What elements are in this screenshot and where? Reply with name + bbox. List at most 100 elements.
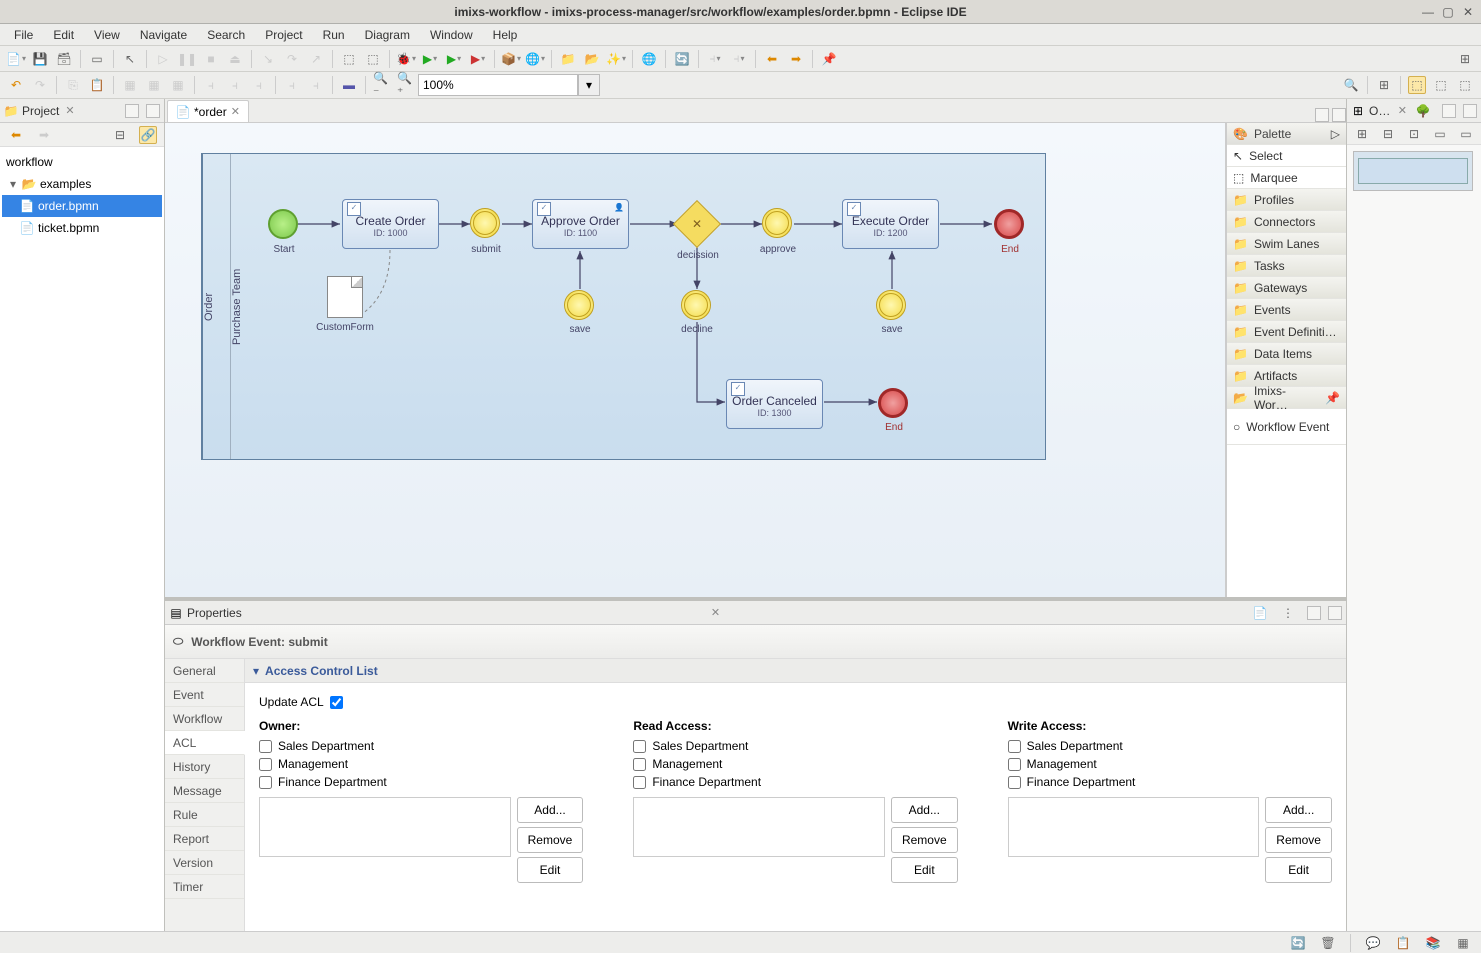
paste-icon[interactable]: 📋 [88, 76, 106, 94]
proptab-history[interactable]: History [165, 755, 244, 779]
folder-icon[interactable]: 📂 [583, 50, 601, 68]
run-icon[interactable]: ▶ [421, 50, 439, 68]
data-customform[interactable] [327, 276, 363, 318]
palette-tasks[interactable]: 📁Tasks [1227, 255, 1346, 277]
cursor-icon[interactable]: ↖ [121, 50, 139, 68]
props-new-icon[interactable]: 📄 [1251, 604, 1269, 622]
frame-icon[interactable]: ⬚ [364, 50, 382, 68]
build-icon[interactable]: 📦 [502, 50, 520, 68]
group-icon[interactable]: ▦ [121, 76, 139, 94]
persp-open-icon[interactable]: ⊞ [1375, 76, 1393, 94]
zoom-dropdown[interactable]: ▾ [578, 74, 600, 96]
proptab-acl[interactable]: ACL [165, 731, 245, 755]
collapse-icon[interactable]: ⊟ [111, 126, 129, 144]
proptab-timer[interactable]: Timer [165, 875, 244, 899]
properties-close-icon[interactable]: ✕ [711, 606, 720, 619]
web-icon[interactable]: 🌐 [640, 50, 658, 68]
editor-max-icon[interactable] [1332, 108, 1346, 122]
outline-mode5-icon[interactable]: ▭ [1458, 125, 1474, 143]
proptab-general[interactable]: General [165, 659, 244, 683]
write-opt-sales[interactable] [1008, 740, 1021, 753]
event-approve[interactable] [762, 208, 792, 238]
menu-file[interactable]: File [4, 26, 43, 44]
pin-icon[interactable]: 📌 [1325, 391, 1340, 405]
status-tip-icon[interactable]: 💬 [1364, 934, 1382, 952]
owner-remove-button[interactable]: Remove [517, 827, 584, 853]
dist-icon[interactable]: ⫞ [730, 50, 748, 68]
tree-file-ticket[interactable]: 📄 ticket.bpmn [2, 217, 162, 239]
step-into-icon[interactable]: ↘ [259, 50, 277, 68]
write-opt-finance[interactable] [1008, 776, 1021, 789]
menu-search[interactable]: Search [197, 26, 255, 44]
chevron-right-icon[interactable]: ▷ [1331, 127, 1340, 141]
disconnect-icon[interactable]: ⏏ [226, 50, 244, 68]
write-remove-button[interactable]: Remove [1265, 827, 1332, 853]
start-event[interactable] [268, 209, 298, 239]
acl-section-header[interactable]: ▾ Access Control List [245, 659, 1346, 683]
back-icon[interactable]: ⬅ [763, 50, 781, 68]
palette-connectors[interactable]: 📁Connectors [1227, 211, 1346, 233]
folder-new-icon[interactable]: 📁 [559, 50, 577, 68]
align-icon[interactable]: ⫞ [706, 50, 724, 68]
resume-icon[interactable]: ▷ [154, 50, 172, 68]
menu-navigate[interactable]: Navigate [130, 26, 197, 44]
outline-mode3-icon[interactable]: ⊡ [1406, 125, 1422, 143]
status-trash-icon[interactable]: 🗑 [1319, 934, 1337, 952]
menu-help[interactable]: Help [483, 26, 528, 44]
globe-icon[interactable]: 🌐 [526, 50, 544, 68]
gateway-decision[interactable]: ✕ [680, 207, 714, 241]
project-tree[interactable]: workflow ▾ 📂 examples 📄 order.bpmn 📄 tic… [0, 147, 164, 931]
owner-opt-finance[interactable] [259, 776, 272, 789]
status-layers-icon[interactable]: 📚 [1424, 934, 1442, 952]
menu-diagram[interactable]: Diagram [355, 26, 420, 44]
proptab-rule[interactable]: Rule [165, 803, 244, 827]
task-execute-order[interactable]: Execute Order ID: 1200 [842, 199, 939, 249]
align2-icon[interactable]: ⫞ [202, 76, 220, 94]
palette-dataitems[interactable]: 📁Data Items [1227, 343, 1346, 365]
proptab-version[interactable]: Version [165, 851, 244, 875]
persp-java-icon[interactable]: ⬚ [1456, 76, 1474, 94]
read-add-button[interactable]: Add... [891, 797, 958, 823]
task-order-canceled[interactable]: Order Canceled ID: 1300 [726, 379, 823, 429]
read-listbox[interactable] [633, 797, 885, 857]
props-menu-icon[interactable]: ⋮ [1279, 604, 1297, 622]
dist2-icon[interactable]: ⫞ [226, 76, 244, 94]
palette-swimlanes[interactable]: 📁Swim Lanes [1227, 233, 1346, 255]
proptab-report[interactable]: Report [165, 827, 244, 851]
event-save-3[interactable] [876, 290, 906, 320]
status-grid-icon[interactable]: ▦ [1454, 934, 1472, 952]
editor-min-icon[interactable] [1315, 108, 1329, 122]
outline-min-icon[interactable] [1442, 104, 1456, 118]
proptab-event[interactable]: Event [165, 683, 244, 707]
new-icon[interactable]: 📄 [7, 50, 25, 68]
outline-tree-icon[interactable]: 🌳 [1414, 102, 1432, 120]
palette-workflow-event[interactable]: ○Workflow Event [1227, 409, 1346, 445]
menu-edit[interactable]: Edit [43, 26, 84, 44]
redo-icon[interactable]: ↷ [31, 76, 49, 94]
bpmn-canvas[interactable]: Order Purchase Team [165, 123, 1226, 597]
palette-eventdefs[interactable]: 📁Event Definiti… [1227, 321, 1346, 343]
hsep-icon[interactable]: ⫞ [283, 76, 301, 94]
project-min-icon[interactable] [125, 104, 139, 118]
terminal-icon[interactable]: ▭ [88, 50, 106, 68]
write-edit-button[interactable]: Edit [1265, 857, 1332, 883]
debug-icon[interactable]: 🐞 [397, 50, 415, 68]
tree-root[interactable]: workflow [2, 151, 162, 173]
end-event-1[interactable] [994, 209, 1024, 239]
project-max-icon[interactable] [146, 104, 160, 118]
owner-edit-button[interactable]: Edit [517, 857, 584, 883]
outline-mode1-icon[interactable]: ⊞ [1354, 125, 1370, 143]
props-max-icon[interactable] [1328, 606, 1342, 620]
external-icon[interactable]: ▶ [469, 50, 487, 68]
bpmn-pool[interactable]: Order Purchase Team [201, 153, 1046, 460]
pin-icon[interactable]: 📌 [820, 50, 838, 68]
outline-close-icon[interactable]: ✕ [1398, 104, 1407, 117]
palette-marquee[interactable]: ⬚Marquee [1227, 167, 1346, 189]
menu-run[interactable]: Run [313, 26, 355, 44]
save-all-icon[interactable]: 🗃 [55, 50, 73, 68]
vsep-icon[interactable]: ⫞ [307, 76, 325, 94]
tab-close-icon[interactable]: ✕ [231, 105, 240, 118]
pause-icon[interactable]: ❚❚ [178, 50, 196, 68]
write-opt-mgmt[interactable] [1008, 758, 1021, 771]
palette-profiles[interactable]: 📁Profiles [1227, 189, 1346, 211]
